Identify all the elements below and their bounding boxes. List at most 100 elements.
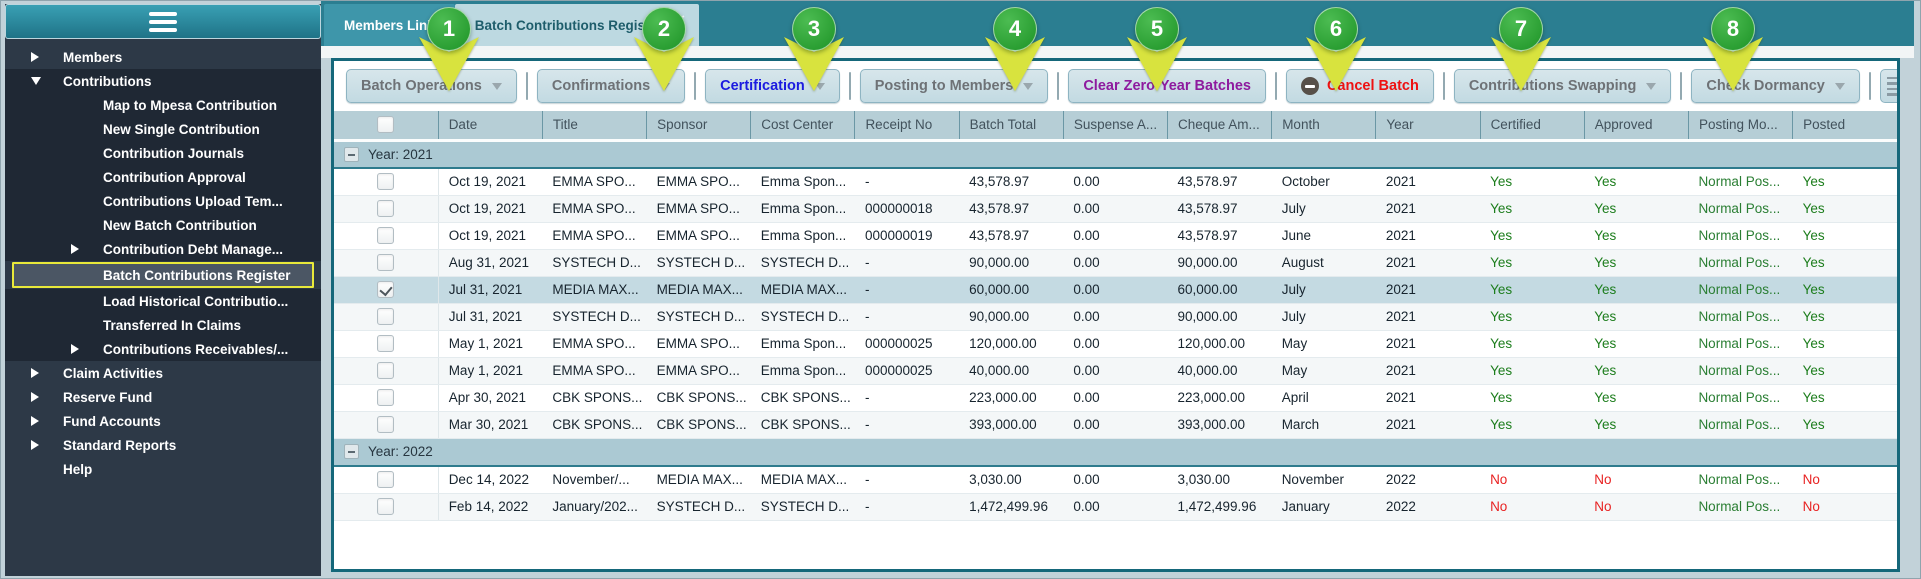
row-checkbox[interactable] <box>377 389 395 406</box>
cell-month: August <box>1271 249 1376 277</box>
table-row[interactable]: Oct 19, 2021 EMMA SPO... EMMA SPO... Emma S… <box>334 168 1897 196</box>
contributions-swapping-button[interactable]: Contributions Swapping <box>1453 69 1672 103</box>
cell-posting-mode: Normal Pos... <box>1688 303 1793 331</box>
table-row[interactable]: Feb 14, 2022 January/202... SYSTECH D... SY… <box>334 493 1897 521</box>
cell-suspense: 0.00 <box>1063 222 1168 250</box>
sidebar-item-members[interactable]: Members <box>5 45 321 69</box>
cell-receipt-no: - <box>854 466 960 494</box>
select-all-header[interactable] <box>334 111 439 142</box>
sidebar-header[interactable] <box>5 4 321 39</box>
sidebar-item-contributions-receivables[interactable]: Contributions Receivables/... <box>5 337 321 361</box>
row-checkbox[interactable] <box>377 281 395 298</box>
table-row[interactable]: Oct 19, 2021 EMMA SPO... EMMA SPO... Emma S… <box>334 195 1897 223</box>
table-row[interactable]: Aug 31, 2021 SYSTECH D... SYSTECH D... SYST… <box>334 249 1897 277</box>
cell-batch-total: 393,000.00 <box>959 411 1064 439</box>
row-select-cell <box>334 493 439 521</box>
cell-title: CBK SPONS... <box>542 411 647 439</box>
cell-posting-mode: Normal Pos... <box>1688 168 1793 196</box>
table-row[interactable]: Jul 31, 2021 SYSTECH D... SYSTECH D... SYST… <box>334 303 1897 331</box>
check-dormancy-button[interactable]: Check Dormancy <box>1691 69 1860 103</box>
batch-operations-button[interactable]: Batch Operations <box>346 69 517 103</box>
cell-posted: No <box>1792 493 1897 521</box>
sidebar-item-contributions-upload-tem[interactable]: Contributions Upload Tem... <box>5 189 321 213</box>
confirmations-button[interactable]: Confirmations <box>536 69 686 103</box>
tab-bar: Members Link Batch Contributions Register… <box>321 1 1914 46</box>
hamburger-menu-icon[interactable] <box>149 11 177 32</box>
button-label: Clear Zero-Year Batches <box>1083 78 1251 94</box>
table-row[interactable]: May 1, 2021 EMMA SPO... EMMA SPO... Emma Sp… <box>334 357 1897 385</box>
certification-button[interactable]: Certification <box>705 69 840 103</box>
cell-batch-total: 120,000.00 <box>959 330 1064 358</box>
sidebar-item-reserve-fund[interactable]: Reserve Fund <box>5 385 321 409</box>
column-header-certified: Certified <box>1480 111 1585 142</box>
select-all-checkbox[interactable] <box>377 116 395 134</box>
sidebar-item-batch-contributions-register[interactable]: Batch Contributions Register <box>12 262 314 288</box>
column-header-approved: Approved <box>1584 111 1689 142</box>
cell-suspense: 0.00 <box>1063 195 1168 223</box>
chevron-right-icon <box>31 52 53 62</box>
sidebar-item-contribution-debt-manage[interactable]: Contribution Debt Manage... <box>5 237 321 261</box>
table-row[interactable]: Jul 31, 2021 MEDIA MAX... MEDIA MAX... MEDI… <box>334 276 1897 304</box>
table-row[interactable]: Oct 19, 2021 EMMA SPO... EMMA SPO... Emma S… <box>334 222 1897 250</box>
clear-zero-year-batches-button[interactable]: Clear Zero-Year Batches <box>1068 69 1266 103</box>
sidebar-item-standard-reports[interactable]: Standard Reports <box>5 433 321 457</box>
sidebar-item-fund-accounts[interactable]: Fund Accounts <box>5 409 321 433</box>
sidebar-item-contribution-journals[interactable]: Contribution Journals <box>5 141 321 165</box>
cell-suspense: 0.00 <box>1063 384 1168 412</box>
cell-sponsor: CBK SPONS... <box>646 384 751 412</box>
row-checkbox[interactable] <box>377 471 395 489</box>
cell-sponsor: EMMA SPO... <box>646 357 751 385</box>
cell-batch-total: 90,000.00 <box>959 303 1064 331</box>
table-row[interactable]: Dec 14, 2022 November/... MEDIA MAX... MEDI… <box>334 466 1897 494</box>
row-checkbox[interactable] <box>377 308 395 325</box>
cell-certified: No <box>1480 493 1585 521</box>
column-header-sponsor: Sponsor <box>646 111 752 142</box>
table-row[interactable]: Apr 30, 2021 CBK SPONS... CBK SPONS... CBK … <box>334 384 1897 412</box>
cell-date: Aug 31, 2021 <box>438 249 543 277</box>
row-checkbox[interactable] <box>377 362 395 379</box>
posting-to-members-button[interactable]: Posting to Members <box>859 69 1049 103</box>
sidebar-item-help[interactable]: Help <box>5 457 321 481</box>
cell-receipt-no: - <box>854 303 960 331</box>
cell-month: July <box>1271 195 1376 223</box>
cell-year: 2021 <box>1375 168 1481 196</box>
row-checkbox[interactable] <box>377 254 395 271</box>
sidebar-item-contributions[interactable]: Contributions <box>5 69 321 93</box>
tab-close-icon[interactable]: × <box>676 12 685 27</box>
row-select-cell <box>334 276 439 304</box>
sidebar-item-new-single-contribution[interactable]: New Single Contribution <box>5 117 321 141</box>
row-checkbox[interactable] <box>377 200 395 217</box>
sidebar-item-load-historical-contributio[interactable]: Load Historical Contributio... <box>5 289 321 313</box>
table-row[interactable]: May 1, 2021 EMMA SPO... EMMA SPO... Emma Sp… <box>334 330 1897 358</box>
row-checkbox[interactable] <box>377 173 395 191</box>
cancel-batch-button[interactable]: Cancel Batch <box>1285 69 1434 103</box>
collapse-icon[interactable] <box>344 444 359 460</box>
grid-menu-button[interactable] <box>1879 69 1897 103</box>
cell-title: November/... <box>542 466 647 494</box>
row-checkbox[interactable] <box>377 498 395 515</box>
table-row[interactable]: Mar 30, 2021 CBK SPONS... CBK SPONS... CBK … <box>334 411 1897 439</box>
tab-gap <box>321 46 1914 58</box>
row-checkbox[interactable] <box>377 335 395 352</box>
cell-cost-center: Emma Spon... <box>750 195 855 223</box>
tab-members-link[interactable]: Members Link <box>324 4 455 46</box>
collapse-icon[interactable] <box>344 146 359 162</box>
row-checkbox[interactable] <box>377 416 395 433</box>
sidebar-item-transferred-in-claims[interactable]: Transferred In Claims <box>5 313 321 337</box>
sidebar-item-map-to-mpesa-contribution[interactable]: Map to Mpesa Contribution <box>5 93 321 117</box>
cell-year: 2021 <box>1375 195 1481 223</box>
sidebar-item-new-batch-contribution[interactable]: New Batch Contribution <box>5 213 321 237</box>
app-window: Members Contributions Map to Mpesa Contrib… <box>0 0 1921 579</box>
column-header-posted: Posted <box>1792 111 1897 142</box>
cell-suspense: 0.00 <box>1063 466 1168 494</box>
button-label: Contributions Swapping <box>1468 78 1637 94</box>
sidebar-item-claim-activities[interactable]: Claim Activities <box>5 361 321 385</box>
cell-approved: Yes <box>1584 330 1689 358</box>
toolbar-separator <box>694 72 697 100</box>
row-checkbox[interactable] <box>377 227 395 244</box>
sidebar-item-contribution-approval[interactable]: Contribution Approval <box>5 165 321 189</box>
tab-batch-contributions-register[interactable]: Batch Contributions Register × <box>454 4 700 46</box>
cell-batch-total: 3,030.00 <box>959 466 1064 494</box>
cell-cost-center: MEDIA MAX... <box>750 466 855 494</box>
cell-cost-center: Emma Spon... <box>750 357 855 385</box>
